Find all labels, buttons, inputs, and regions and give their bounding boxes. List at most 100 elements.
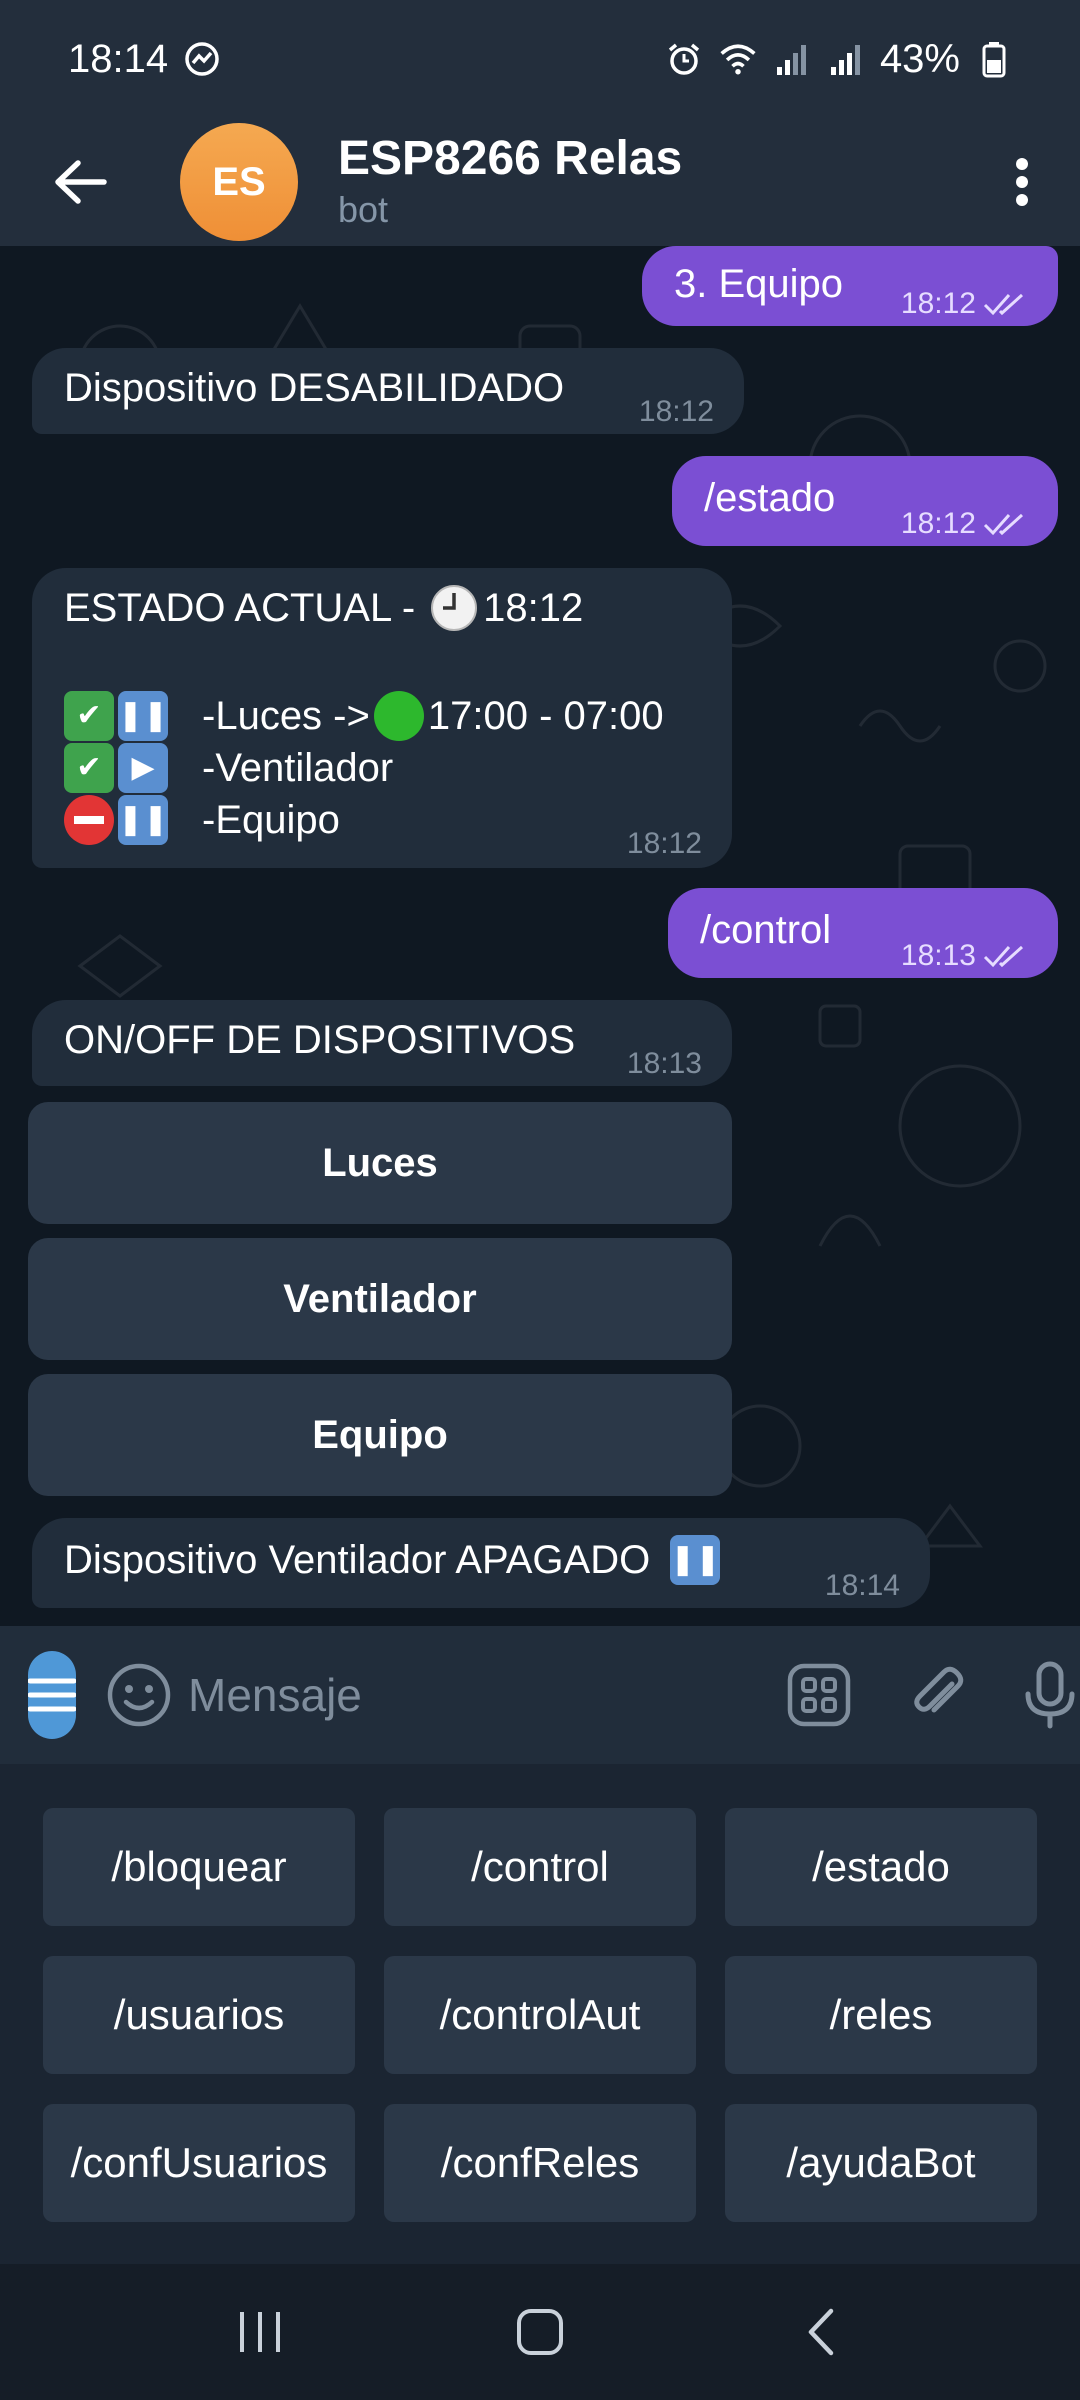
message-meta: 18:13 — [901, 930, 1028, 982]
battery-icon — [974, 39, 1014, 79]
home-icon — [517, 2309, 563, 2355]
message-time: 18:12 — [900, 507, 976, 540]
message-time: 18:13 — [626, 1047, 702, 1080]
pause-icon: ❚❚ — [118, 691, 168, 741]
outgoing-message[interactable]: /control 18:13 — [668, 888, 1058, 978]
status-title-time: 18:12 — [483, 586, 584, 630]
chat-title-block[interactable]: ESP8266 Relas bot — [338, 131, 992, 233]
key-confusuarios[interactable]: /confUsuarios — [43, 2104, 355, 2222]
chat-title: ESP8266 Relas — [338, 132, 683, 185]
key-control[interactable]: /control — [384, 1808, 696, 1926]
message-text: Dispositivo DESABILIDADO — [64, 366, 565, 410]
outgoing-message[interactable]: /estado 18:12 — [672, 456, 1058, 546]
recent-apps-button[interactable] — [215, 2287, 305, 2377]
incoming-message[interactable]: Dispositivo DESABILIDADO 18:12 — [32, 348, 744, 434]
menu-icon — [28, 1678, 76, 1712]
key-usuarios[interactable]: /usuarios — [43, 1956, 355, 2074]
data-saver-icon — [182, 39, 222, 79]
message-meta: 18:12 — [639, 386, 714, 438]
message-text: /control — [700, 908, 832, 952]
message-input[interactable] — [188, 1668, 786, 1722]
status-equipo-label: -Equipo — [202, 798, 340, 842]
message-time: 18:12 — [638, 395, 714, 428]
clock-icon — [431, 585, 478, 631]
status-luces-range: 17:00 - 07:00 — [427, 694, 664, 738]
message-time: 18:12 — [626, 827, 702, 860]
smiley-icon — [107, 1663, 171, 1727]
message-text: 3. Equipo — [674, 262, 844, 306]
grid-keyboard-icon — [787, 1663, 851, 1727]
status-time: 18:14 — [68, 36, 169, 81]
key-reles[interactable]: /reles — [725, 1956, 1037, 2074]
chat-header: ES ESP8266 Relas bot — [0, 118, 1080, 246]
key-confreles[interactable]: /confReles — [384, 2104, 696, 2222]
chevron-left-icon — [808, 2308, 834, 2356]
check-mark-icon: ✔ — [64, 691, 114, 741]
message-text: ON/OFF DE DISPOSITIVOS — [64, 1018, 576, 1062]
message-meta: 18:14 — [825, 1560, 900, 1612]
key-ayudabot[interactable]: /ayudaBot — [725, 2104, 1037, 2222]
outgoing-message[interactable]: 3. Equipo 18:12 — [642, 246, 1058, 326]
status-left: 18:14 — [68, 37, 222, 82]
incoming-message-status[interactable]: ESTADO ACTUAL - 18:12 ✔ ❚❚ -Luces -> 17:… — [32, 568, 732, 868]
no-entry-icon — [64, 795, 114, 845]
system-back-button[interactable] — [775, 2287, 865, 2377]
status-right: 43% — [664, 37, 1014, 82]
more-options-button[interactable] — [992, 142, 1052, 222]
message-meta: 18:13 — [627, 1038, 702, 1090]
double-check-icon — [983, 513, 1024, 536]
status-line-luces: ✔ ❚❚ -Luces -> 17:00 - 07:00 — [64, 690, 664, 742]
inline-button-luces[interactable]: Luces — [28, 1102, 732, 1224]
home-button[interactable] — [495, 2287, 585, 2377]
message-text: Dispositivo Ventilador APAGADO — [64, 1538, 651, 1582]
key-controlaut[interactable]: /controlAut — [384, 1956, 696, 2074]
status-line-ventilador: ✔ ▶ -Ventilador — [64, 742, 393, 794]
double-check-icon — [983, 945, 1024, 968]
inline-button-ventilador[interactable]: Ventilador — [28, 1238, 732, 1360]
double-check-icon — [983, 293, 1024, 316]
message-time: 18:13 — [900, 939, 976, 972]
green-circle-icon — [373, 691, 424, 741]
message-meta: 18:12 — [901, 498, 1028, 550]
paperclip-icon — [914, 1666, 964, 1713]
bot-reply-keyboard: /bloquear /control /estado /usuarios /co… — [0, 1764, 1080, 2264]
status-bar: 18:14 43% — [0, 0, 1080, 118]
signal-icon-1 — [772, 39, 812, 79]
message-text: /estado — [704, 476, 836, 520]
status-line-equipo: ❚❚ -Equipo — [64, 794, 340, 846]
status-title: ESTADO ACTUAL - 18:12 — [64, 582, 583, 634]
emoji-button[interactable] — [106, 1655, 172, 1735]
signal-icon-2 — [826, 39, 866, 79]
recent-apps-icon — [240, 2312, 280, 2352]
incoming-message[interactable]: Dispositivo Ventilador APAGADO ❚❚ 18:14 — [32, 1518, 930, 1608]
message-time: 18:12 — [900, 287, 976, 320]
kebab-menu-icon — [1016, 158, 1028, 206]
chat-area[interactable]: 3. Equipo 18:12 Dispositivo DESABILIDADO… — [0, 246, 1080, 1626]
status-title-prefix: ESTADO ACTUAL - — [64, 586, 416, 630]
wifi-icon — [718, 39, 758, 79]
alarm-icon — [664, 39, 704, 79]
microphone-icon — [1025, 1661, 1075, 1729]
key-bloquear[interactable]: /bloquear — [43, 1808, 355, 1926]
status-luces-label: -Luces -> — [202, 694, 370, 738]
message-input-bar — [0, 1626, 1080, 1764]
pause-icon: ❚❚ — [670, 1535, 720, 1585]
incoming-message[interactable]: ON/OFF DE DISPOSITIVOS 18:13 — [32, 1000, 732, 1086]
check-mark-icon: ✔ — [64, 743, 114, 793]
system-nav-bar — [0, 2264, 1080, 2400]
message-content: Dispositivo Ventilador APAGADO ❚❚ — [64, 1534, 720, 1586]
inline-button-equipo[interactable]: Equipo — [28, 1374, 732, 1496]
back-button[interactable] — [40, 142, 120, 222]
message-meta: 18:12 — [627, 818, 702, 870]
key-estado[interactable]: /estado — [725, 1808, 1037, 1926]
voice-record-button[interactable] — [1022, 1655, 1078, 1735]
message-meta: 18:12 — [901, 278, 1028, 330]
chat-subtitle: bot — [338, 189, 389, 230]
keyboard-toggle-button[interactable] — [786, 1655, 852, 1735]
play-icon: ▶ — [118, 743, 168, 793]
battery-percent: 43% — [879, 36, 960, 81]
avatar[interactable]: ES — [180, 123, 298, 241]
arrow-left-icon — [55, 160, 107, 204]
bot-menu-button[interactable] — [28, 1651, 76, 1739]
attach-button[interactable] — [904, 1655, 970, 1735]
